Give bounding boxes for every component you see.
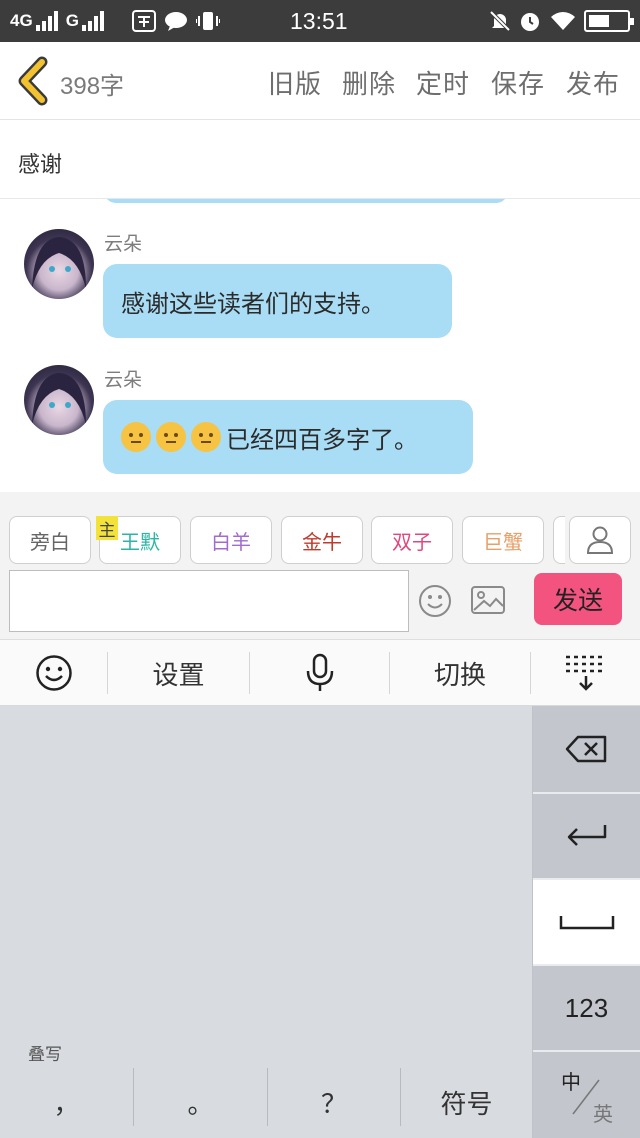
role-label: 王默 bbox=[120, 529, 160, 554]
person-icon bbox=[586, 526, 614, 554]
publish-button[interactable]: 发布 bbox=[566, 64, 620, 101]
schedule-button[interactable]: 定时 bbox=[416, 64, 470, 101]
handwriting-keyboard: 叠写 ， 。 ？ 符号 123 中 英 bbox=[0, 706, 640, 1138]
signal-icon bbox=[35, 11, 58, 31]
send-button[interactable]: 发送 bbox=[534, 573, 622, 625]
back-button[interactable] bbox=[14, 56, 54, 106]
battery-icon bbox=[584, 10, 634, 32]
alarm-icon bbox=[518, 0, 542, 42]
language-switch-key[interactable]: 中 英 bbox=[533, 1052, 640, 1138]
chat-area: 云朵 感谢这些读者们的支持。 云朵 已经四百多字了。 bbox=[0, 199, 640, 492]
status-bar: 4G G 13:51 bbox=[0, 0, 640, 42]
image-icon bbox=[471, 586, 505, 614]
avatar[interactable] bbox=[24, 229, 94, 299]
keyboard-emoji-button[interactable] bbox=[0, 640, 107, 706]
send-label: 发送 bbox=[552, 586, 603, 615]
key-comma[interactable]: ， bbox=[0, 1066, 133, 1138]
lang-secondary-label: 英 bbox=[593, 1102, 613, 1126]
smiley-icon bbox=[35, 655, 72, 691]
sender-name: 云朵 bbox=[104, 233, 143, 255]
key-period-label: 。 bbox=[187, 1089, 214, 1120]
role-selector-bar: 旁白 王默 主 白羊 金牛 双子 巨蟹 发送 bbox=[0, 492, 640, 640]
network-type-label-2: G bbox=[65, 11, 79, 30]
old-version-button[interactable]: 旧版 bbox=[268, 64, 322, 101]
settings-label: 设置 bbox=[152, 660, 205, 691]
emoji-button[interactable] bbox=[418, 584, 452, 618]
role-chip-narrator[interactable]: 旁白 bbox=[9, 516, 91, 564]
numeric-key-label: 123 bbox=[564, 992, 609, 1023]
space-icon bbox=[559, 916, 614, 930]
key-question[interactable]: ？ bbox=[268, 1066, 400, 1138]
backspace-key[interactable] bbox=[533, 706, 640, 792]
character-manage-button[interactable] bbox=[569, 516, 631, 564]
network-type-label: 4G bbox=[10, 11, 33, 30]
delete-button[interactable]: 删除 bbox=[342, 64, 396, 101]
chat-icon bbox=[164, 0, 188, 42]
key-symbols[interactable]: 符号 bbox=[401, 1066, 532, 1138]
title-field[interactable]: 感谢 bbox=[0, 121, 640, 199]
role-label: 白羊 bbox=[211, 529, 251, 554]
signal-icon bbox=[81, 11, 104, 31]
keyboard-side-keys: 123 中 英 bbox=[532, 706, 640, 1138]
role-chip-juxie[interactable]: 巨蟹 bbox=[462, 516, 544, 564]
role-chip-partial[interactable] bbox=[553, 516, 565, 564]
voice-input-button[interactable] bbox=[250, 640, 389, 706]
message-input[interactable] bbox=[9, 570, 409, 632]
message-text: 已经四百多字了。 bbox=[226, 425, 418, 454]
sweat-smile-emoji-icon bbox=[156, 422, 186, 452]
keyboard-settings-button[interactable]: 设置 bbox=[108, 640, 249, 706]
wechat-pay-icon bbox=[132, 0, 156, 42]
numeric-key[interactable]: 123 bbox=[533, 966, 640, 1050]
smiley-icon bbox=[419, 585, 451, 617]
chevron-left-icon bbox=[18, 56, 48, 106]
editor-top-bar: 398字 旧版 删除 定时 保存 发布 bbox=[0, 42, 640, 120]
switch-label: 切换 bbox=[433, 660, 486, 691]
sweat-smile-emoji-icon bbox=[191, 422, 221, 452]
key-period[interactable]: 。 bbox=[134, 1066, 267, 1138]
avatar[interactable] bbox=[24, 365, 94, 435]
switch-keyboard-button[interactable]: 切换 bbox=[390, 640, 530, 706]
message-bubble-partial[interactable] bbox=[104, 199, 508, 203]
main-role-badge: 主 bbox=[96, 516, 118, 541]
role-label: 旁白 bbox=[30, 529, 70, 554]
role-label: 巨蟹 bbox=[483, 529, 523, 554]
save-button[interactable]: 保存 bbox=[491, 64, 545, 101]
message-bubble[interactable]: 已经四百多字了。 bbox=[103, 400, 473, 474]
role-label: 金牛 bbox=[302, 529, 342, 554]
role-chip-baiyang[interactable]: 白羊 bbox=[190, 516, 272, 564]
space-key[interactable] bbox=[533, 880, 640, 964]
microphone-icon bbox=[306, 653, 333, 691]
story-title: 感谢 bbox=[18, 153, 63, 178]
word-count: 398字 bbox=[60, 73, 125, 100]
wifi-icon bbox=[550, 0, 576, 42]
enter-key[interactable] bbox=[533, 794, 640, 878]
key-question-label: ？ bbox=[320, 1089, 347, 1120]
message-bubble[interactable]: 感谢这些读者们的支持。 bbox=[103, 264, 452, 338]
network-status: 4G G bbox=[10, 0, 104, 42]
message-text: 感谢这些读者们的支持。 bbox=[121, 289, 385, 318]
image-button[interactable] bbox=[470, 584, 506, 616]
clock: 13:51 bbox=[290, 7, 348, 34]
hide-keyboard-button[interactable] bbox=[531, 640, 640, 706]
keyboard-hide-icon bbox=[565, 655, 602, 691]
battery-wrap bbox=[584, 0, 634, 42]
slash-icon bbox=[572, 1079, 600, 1115]
vibrate-icon bbox=[196, 0, 220, 42]
keyboard-toolbar: 设置 切换 bbox=[0, 640, 640, 706]
key-comma-label: ， bbox=[53, 1089, 80, 1120]
role-label: 双子 bbox=[392, 529, 432, 554]
role-chip-jinniu[interactable]: 金牛 bbox=[281, 516, 363, 564]
enter-icon bbox=[567, 825, 606, 846]
overlay-write-mode-label[interactable]: 叠写 bbox=[28, 1040, 62, 1065]
key-symbols-label: 符号 bbox=[440, 1089, 493, 1120]
backspace-icon bbox=[565, 735, 606, 763]
sweat-smile-emoji-icon bbox=[121, 422, 151, 452]
mute-icon bbox=[488, 0, 512, 42]
sender-name: 云朵 bbox=[104, 369, 143, 391]
role-chip-shuangzi[interactable]: 双子 bbox=[371, 516, 453, 564]
